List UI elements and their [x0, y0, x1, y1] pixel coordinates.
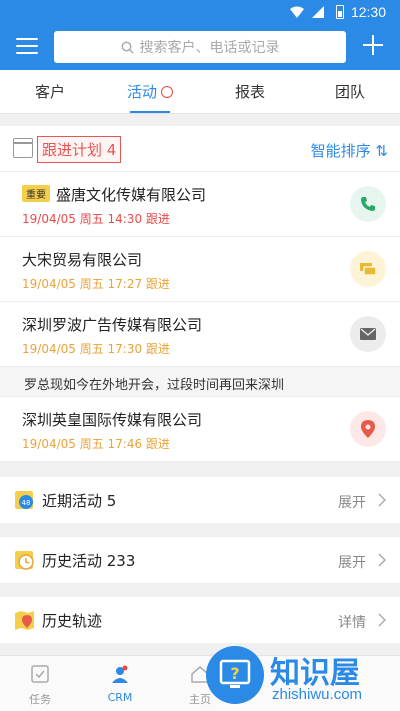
- followup-time: 19/04/05 周五 17:27 跟进: [22, 277, 170, 291]
- phone-icon: [361, 197, 375, 211]
- tab-label: 客户: [34, 83, 65, 101]
- recent-activities-icon: 48: [15, 491, 33, 509]
- followup-plan-header: 跟进计划 4 智能排序 ⇅: [0, 126, 400, 172]
- alarm-icon: [161, 85, 173, 98]
- tab-activities[interactable]: 活动: [100, 70, 200, 113]
- call-button[interactable]: [350, 186, 386, 222]
- calendar-icon: [13, 138, 33, 158]
- history-activities-section[interactable]: 历史活动 233 展开: [0, 537, 400, 583]
- followup-time: 19/04/05 周五 17:30 跟进: [22, 342, 170, 356]
- list-item[interactable]: 深圳罗波广告传媒有限公司 19/04/05 周五 17:30 跟进: [0, 302, 400, 367]
- svg-text:48: 48: [22, 499, 31, 507]
- search-input[interactable]: 搜索客户、电话或记录: [54, 31, 346, 63]
- nav-label: 任务: [29, 693, 51, 706]
- list-item[interactable]: 大宋贸易有限公司 19/04/05 周五 17:27 跟进: [0, 237, 400, 302]
- section-label: 历史轨迹: [42, 612, 103, 630]
- tab-label: 报表: [234, 83, 265, 101]
- help-screen-icon: ?: [219, 659, 251, 688]
- section-label: 历史活动 233: [42, 552, 136, 570]
- battery-icon: [336, 5, 344, 19]
- expand-link[interactable]: 展开: [338, 552, 366, 572]
- followup-time: 19/04/05 周五 17:46 跟进: [22, 437, 170, 451]
- nav-tasks[interactable]: 任务: [0, 656, 80, 711]
- recent-activities-section[interactable]: 48 近期活动 5 展开: [0, 477, 400, 523]
- app-header: 12:30 搜索客户、电话或记录: [0, 0, 400, 70]
- chevron-right-icon: [378, 613, 386, 627]
- list-item[interactable]: 重要 盛唐文化传媒有限公司 19/04/05 周五 14:30 跟进: [0, 172, 400, 237]
- status-bar: 12:30: [0, 0, 400, 24]
- company-name: 大宋贸易有限公司: [22, 251, 143, 269]
- signal-icon: [312, 6, 324, 18]
- map-track-icon: [15, 611, 34, 630]
- chevron-right-icon: [378, 493, 386, 507]
- watermark: ? 知识屋 zhishiwu.com: [200, 646, 400, 711]
- details-link[interactable]: 详情: [338, 612, 366, 632]
- list-item[interactable]: 深圳英皇国际传媒有限公司 19/04/05 周五 17:46 跟进: [0, 397, 400, 462]
- crm-icon: [112, 665, 128, 683]
- followup-note: 罗总现如今在外地开会，过段时间再回来深圳: [0, 367, 400, 397]
- search-placeholder: 搜索客户、电话或记录: [139, 40, 280, 56]
- location-button[interactable]: [350, 411, 386, 447]
- section-label: 近期活动 5: [42, 492, 117, 510]
- tab-label: 团队: [334, 83, 365, 101]
- tab-label: 活动: [126, 83, 157, 101]
- location-icon: [361, 420, 375, 438]
- followup-list: 重要 盛唐文化传媒有限公司 19/04/05 周五 14:30 跟进 大宋贸易有限…: [0, 172, 400, 462]
- followup-plan-title[interactable]: 跟进计划 4: [37, 136, 122, 163]
- message-button[interactable]: [350, 251, 386, 287]
- chevron-right-icon: [378, 553, 386, 567]
- tasks-icon: [31, 665, 49, 683]
- menu-button[interactable]: [16, 38, 38, 56]
- tab-team[interactable]: 团队: [300, 70, 400, 113]
- wifi-icon: [290, 6, 304, 18]
- tab-reports[interactable]: 报表: [200, 70, 300, 113]
- search-icon: [121, 41, 134, 54]
- status-time: 12:30: [350, 4, 386, 20]
- add-button[interactable]: [360, 32, 386, 58]
- company-name: 深圳英皇国际传媒有限公司: [22, 411, 203, 429]
- important-tag: 重要: [22, 185, 50, 202]
- nav-crm[interactable]: CRM: [80, 656, 160, 711]
- svg-text:?: ?: [230, 664, 239, 683]
- expand-link[interactable]: 展开: [338, 492, 366, 512]
- email-button[interactable]: [350, 316, 386, 352]
- smart-sort-button[interactable]: 智能排序 ⇅: [311, 140, 388, 161]
- watermark-url: zhishiwu.com: [272, 686, 363, 703]
- tab-bar: 客户 活动 报表 团队: [0, 70, 400, 114]
- nav-label: CRM: [107, 691, 133, 704]
- watermark-logo: ?: [206, 646, 264, 704]
- company-name: 盛唐文化传媒有限公司: [56, 186, 207, 204]
- history-track-section[interactable]: 历史轨迹 详情: [0, 597, 400, 643]
- tab-customers[interactable]: 客户: [0, 70, 100, 113]
- followup-time: 19/04/05 周五 14:30 跟进: [22, 212, 170, 226]
- message-icon: [360, 263, 377, 276]
- history-activities-icon: [15, 551, 34, 570]
- mail-icon: [360, 328, 376, 340]
- company-name: 深圳罗波广告传媒有限公司: [22, 316, 203, 334]
